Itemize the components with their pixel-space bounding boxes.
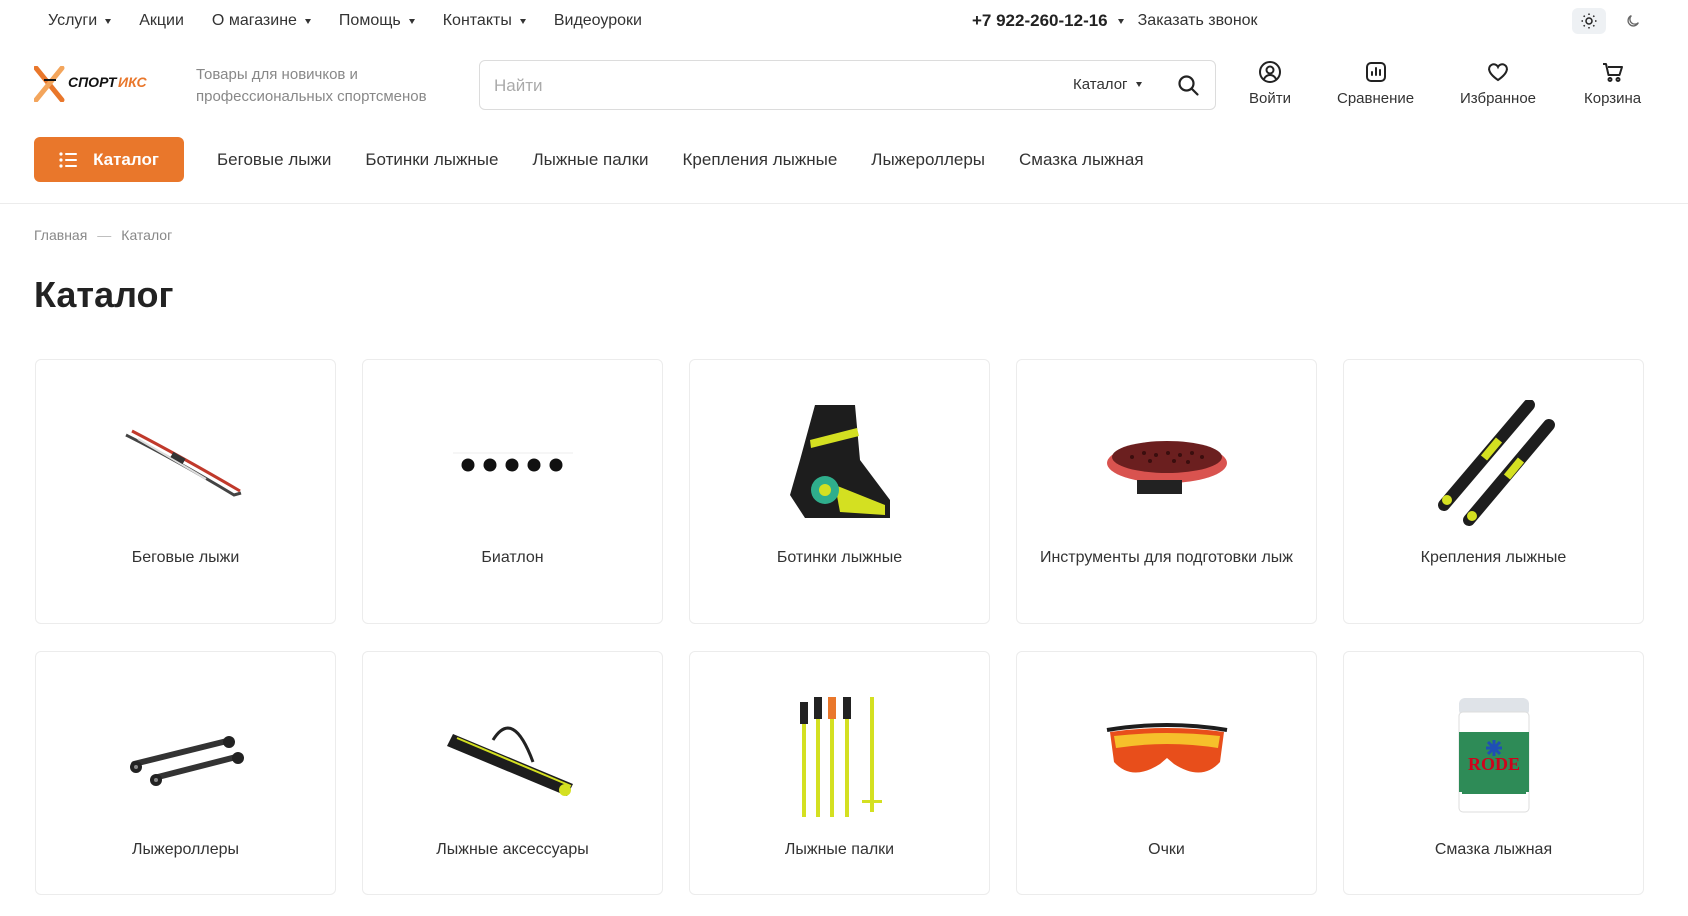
compare-button[interactable]: Сравнение xyxy=(1337,60,1414,107)
category-label: Смазка лыжная xyxy=(1434,841,1553,858)
favorites-label: Избранное xyxy=(1460,90,1537,107)
category-card[interactable]: Крепления лыжные xyxy=(1343,359,1644,624)
category-card[interactable]: Беговые лыжи xyxy=(35,359,336,624)
list-icon xyxy=(59,151,78,168)
callback-link[interactable]: Заказать звонок xyxy=(1138,12,1258,30)
catalog-link[interactable]: Лыжероллеры xyxy=(871,150,985,170)
biathlon-targets-image xyxy=(363,390,662,540)
category-card[interactable]: Ботинки лыжные xyxy=(689,359,990,624)
phone-number[interactable]: +7 922-260-12-16 xyxy=(972,11,1108,31)
wax-image: RODE xyxy=(1344,682,1643,832)
category-label: Ботинки лыжные xyxy=(776,549,903,566)
search-bar: Каталог xyxy=(479,60,1216,110)
compare-icon xyxy=(1365,62,1386,82)
poles-image xyxy=(690,682,989,832)
caret-down-icon[interactable] xyxy=(1117,18,1124,24)
breadcrumb-current: Каталог xyxy=(121,227,173,243)
category-card[interactable]: Лыжные палки xyxy=(689,651,990,895)
page-title: Каталог xyxy=(34,274,174,315)
breadcrumb-home[interactable]: Главная xyxy=(34,227,87,243)
category-card[interactable]: Инструменты для подготовки лыж xyxy=(1016,359,1317,624)
svg-text:ИКС: ИКС xyxy=(118,74,147,90)
caret-down-icon xyxy=(408,18,415,24)
topnav-item-services[interactable]: Услуги xyxy=(48,12,112,30)
topnav-label: Услуги xyxy=(48,12,98,29)
skis-image xyxy=(36,390,335,540)
sun-icon[interactable] xyxy=(1572,8,1606,34)
svg-text:СПОРТ: СПОРТ xyxy=(68,74,118,90)
category-card[interactable]: Лыжные аксессуары xyxy=(362,651,663,895)
catalog-button-label: Каталог xyxy=(93,149,159,169)
catalog-link[interactable]: Беговые лыжи xyxy=(217,150,331,170)
category-card[interactable]: Лыжероллеры xyxy=(35,651,336,895)
category-label: Беговые лыжи xyxy=(131,549,240,566)
category-label: Биатлон xyxy=(481,549,544,566)
bindings-image xyxy=(1344,390,1643,540)
cart-label: Корзина xyxy=(1584,90,1642,107)
svg-text:RODE: RODE xyxy=(1467,754,1519,774)
login-label: Войти xyxy=(1249,90,1291,107)
theme-switcher xyxy=(1572,8,1650,34)
category-label: Инструменты для подготовки лыж xyxy=(1039,549,1294,566)
catalog-link[interactable]: Ботинки лыжные xyxy=(365,150,498,170)
category-label: Лыжные палки xyxy=(784,841,895,858)
cart-icon xyxy=(1602,63,1623,82)
topnav-label: Контакты xyxy=(442,12,512,29)
ski-boot-image xyxy=(690,390,989,540)
moon-icon[interactable] xyxy=(1616,8,1650,34)
caret-down-icon xyxy=(1135,82,1142,87)
topnav-label: Видеоуроки xyxy=(553,12,642,29)
search-input[interactable] xyxy=(494,73,1034,99)
category-grid: Беговые лыжи Биатлон Ботинки лыжные Инст… xyxy=(35,359,1644,895)
topnav-label: Акции xyxy=(139,12,184,29)
caret-down-icon xyxy=(519,18,526,24)
category-card[interactable]: RODE Смазка лыжная xyxy=(1343,651,1644,895)
phone-block: +7 922-260-12-16 Заказать звонок xyxy=(972,11,1258,31)
search-scope-select[interactable]: Каталог xyxy=(1073,76,1142,93)
category-card[interactable]: Очки xyxy=(1016,651,1317,895)
caret-down-icon xyxy=(105,18,112,24)
category-label: Крепления лыжные xyxy=(1420,549,1567,566)
search-icon[interactable] xyxy=(1176,73,1202,99)
catalog-nav: Беговые лыжи Ботинки лыжные Лыжные палки… xyxy=(217,150,1144,170)
category-label: Лыжные аксессуары xyxy=(436,841,589,858)
topnav-item-promo[interactable]: Акции xyxy=(139,12,184,30)
caret-down-icon xyxy=(304,18,311,24)
cart-button[interactable]: Корзина xyxy=(1584,60,1641,107)
catalog-button[interactable]: Каталог xyxy=(34,137,184,182)
ski-bag-image xyxy=(363,682,662,832)
category-label: Лыжероллеры xyxy=(131,841,239,858)
catalog-link[interactable]: Смазка лыжная xyxy=(1019,150,1144,170)
category-card[interactable]: Биатлон xyxy=(362,359,663,624)
topnav-item-about[interactable]: О магазине xyxy=(212,12,311,30)
catalog-link[interactable]: Лыжные палки xyxy=(532,150,648,170)
header-divider xyxy=(0,203,1688,204)
topnav-item-help[interactable]: Помощь xyxy=(339,12,415,30)
user-icon xyxy=(1258,61,1281,83)
logo[interactable]: СПОРТ ИКС xyxy=(33,65,166,103)
search-scope-label: Каталог xyxy=(1073,76,1128,93)
topnav-label: Помощь xyxy=(338,12,401,29)
login-button[interactable]: Войти xyxy=(1249,60,1291,107)
compare-label: Сравнение xyxy=(1337,90,1415,107)
topnav-item-contacts[interactable]: Контакты xyxy=(443,12,526,30)
top-bar: Услуги Акции О магазине Помощь Контакты … xyxy=(0,0,1688,42)
favorites-button[interactable]: Избранное xyxy=(1460,60,1536,107)
glasses-image xyxy=(1017,682,1316,832)
breadcrumb-separator: — xyxy=(97,227,112,243)
top-nav: Услуги Акции О магазине Помощь Контакты … xyxy=(48,12,642,30)
topnav-item-videos[interactable]: Видеоуроки xyxy=(554,12,642,30)
rollerskis-image xyxy=(36,682,335,832)
tagline: Товары для новичков и профессиональных с… xyxy=(196,66,427,105)
brush-image xyxy=(1017,390,1316,540)
topnav-label: О магазине xyxy=(211,12,297,29)
heart-icon xyxy=(1488,63,1508,82)
category-label: Очки xyxy=(1148,841,1185,858)
breadcrumb: Главная — Каталог xyxy=(34,227,172,243)
catalog-link[interactable]: Крепления лыжные xyxy=(683,150,838,170)
